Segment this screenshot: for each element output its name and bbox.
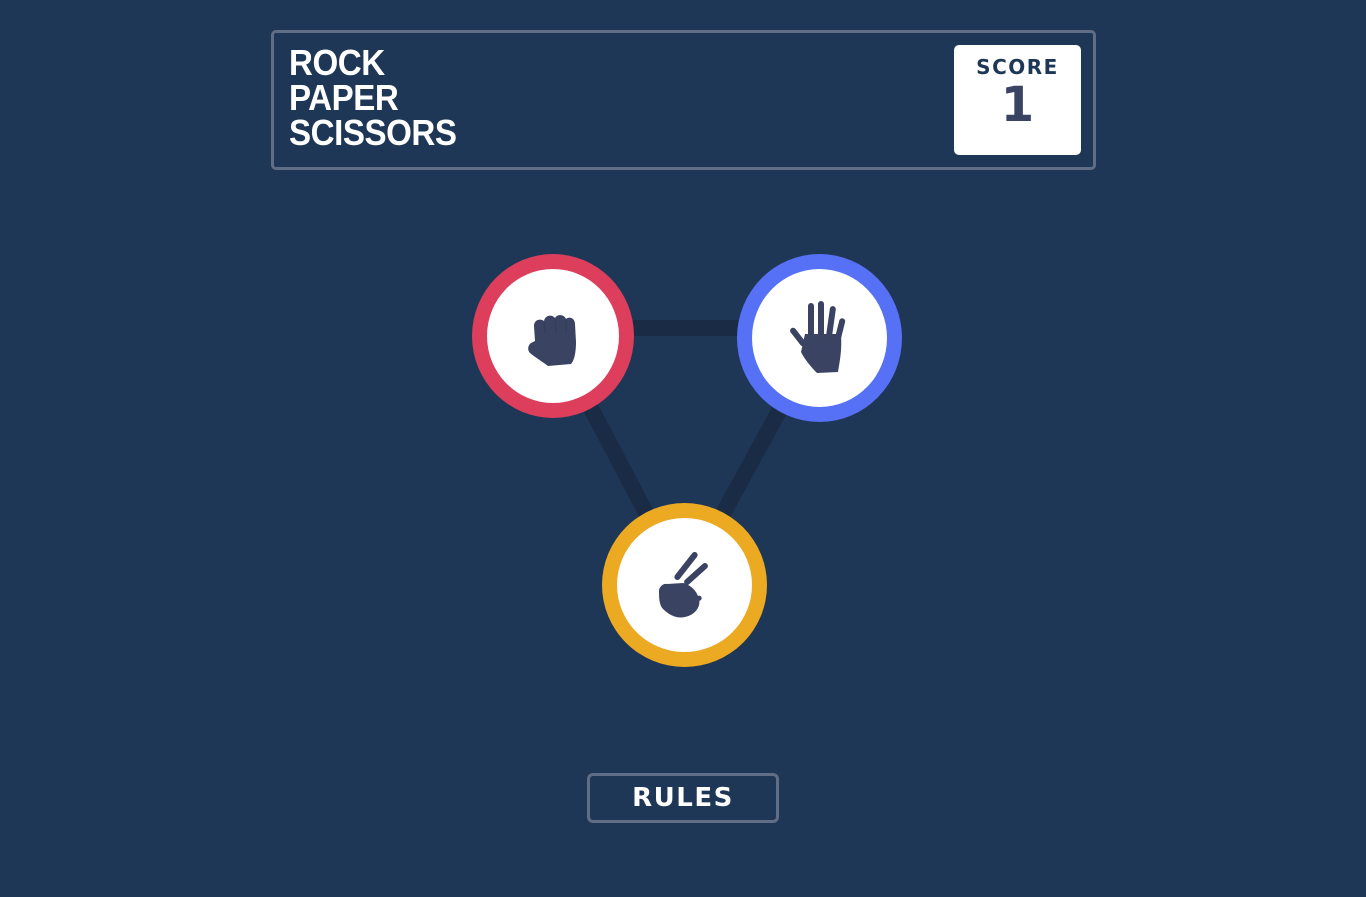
two-finger-hand-icon — [658, 551, 708, 618]
rock-choice-button[interactable] — [472, 254, 634, 418]
scissors-choice-button[interactable] — [602, 503, 767, 667]
title-line-scissors: SCISSORS — [289, 112, 457, 153]
score-box: SCORE 1 — [954, 45, 1081, 155]
title-line-rock: ROCK — [289, 42, 385, 83]
paper-choice-button[interactable] — [737, 254, 902, 422]
score-value: 1 — [1000, 77, 1035, 133]
score-label: SCORE — [976, 55, 1059, 79]
rules-button[interactable]: RULES — [587, 773, 779, 823]
title-line-paper: PAPER — [289, 77, 399, 118]
fist-icon — [528, 315, 576, 366]
game-header: ROCK PAPER SCISSORS SCORE 1 — [271, 30, 1096, 170]
game-title: ROCK PAPER SCISSORS — [289, 42, 457, 153]
open-hand-icon — [789, 301, 845, 373]
